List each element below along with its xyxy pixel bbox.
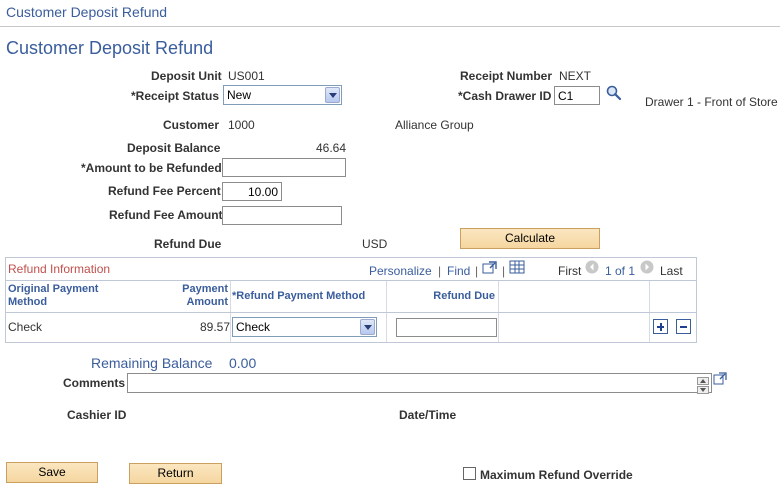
download-grid-icon[interactable] xyxy=(509,260,525,274)
row-refund-method-value: Check xyxy=(236,320,271,334)
col-original-method-header: Original Payment Method xyxy=(8,283,98,309)
view-all-icon[interactable] xyxy=(482,261,498,275)
deposit-unit-label: Deposit Unit xyxy=(151,69,222,83)
previous-arrow-icon[interactable] xyxy=(585,260,599,274)
cash-drawer-label: *Cash Drawer ID xyxy=(458,89,552,103)
next-arrow-icon[interactable] xyxy=(640,260,654,274)
grid-personalize-link[interactable]: Personalize xyxy=(369,264,432,278)
refund-fee-amount-label: Refund Fee Amount xyxy=(109,208,223,222)
row-orig-method: Check xyxy=(8,320,43,334)
row-payment-amount: 89.57 xyxy=(199,320,230,334)
receipt-number-label: Receipt Number xyxy=(460,69,553,83)
calculate-button[interactable]: Calculate xyxy=(460,228,600,249)
datetime-label: Date/Time xyxy=(399,408,457,422)
chevron-down-icon xyxy=(360,319,375,335)
page-title: Customer Deposit Refund xyxy=(6,38,214,58)
amount-refunded-input[interactable] xyxy=(222,158,346,177)
amount-refunded-label: *Amount to be Refunded xyxy=(81,161,222,175)
drawer-description: Drawer 1 - Front of Store xyxy=(645,95,778,109)
customer-name: Alliance Group xyxy=(395,118,474,132)
deposit-balance-label: Deposit Balance xyxy=(127,141,221,155)
col-payment-amount-line2: Amount xyxy=(186,296,228,308)
deposit-unit-value: US001 xyxy=(228,69,265,83)
row-refund-due-input[interactable] xyxy=(396,318,497,337)
scroll-down-icon[interactable] xyxy=(697,383,709,394)
scroll-up-icon[interactable] xyxy=(697,374,709,385)
cash-drawer-input[interactable] xyxy=(554,86,600,105)
grid-pagination: 1 of 1 xyxy=(605,264,636,278)
add-row-icon[interactable] xyxy=(653,319,668,334)
remaining-balance-value: 0.00 xyxy=(229,355,257,371)
receipt-number-value: NEXT xyxy=(559,69,592,83)
lookup-icon[interactable] xyxy=(605,84,623,102)
grid-header-bottom-line xyxy=(6,312,696,313)
return-button[interactable]: Return xyxy=(129,463,222,484)
col-refund-due-header: Refund Due xyxy=(433,290,495,302)
grid-separator: | xyxy=(438,264,442,278)
refund-fee-percent-input[interactable] xyxy=(222,182,282,201)
header-divider xyxy=(0,26,780,27)
max-refund-override-checkbox[interactable] xyxy=(463,467,476,480)
grid-header-top-line xyxy=(6,280,696,281)
grid-find-link[interactable]: Find xyxy=(447,264,470,278)
delete-row-icon[interactable] xyxy=(676,319,691,334)
refund-due-label: Refund Due xyxy=(154,237,222,251)
grid-last-label: Last xyxy=(660,264,683,278)
deposit-balance-value: 46.64 xyxy=(316,141,347,155)
max-refund-override-label: Maximum Refund Override xyxy=(480,468,633,482)
col-original-method-line1: Original Payment xyxy=(8,283,99,295)
grid-separator-3: | xyxy=(502,264,506,278)
refund-fee-amount-input[interactable] xyxy=(222,206,342,225)
receipt-status-select[interactable]: New xyxy=(223,85,342,105)
row-refund-method-select[interactable]: Check xyxy=(232,317,377,337)
receipt-status-label: *Receipt Status xyxy=(131,89,220,103)
receipt-status-value: New xyxy=(227,88,252,102)
window-title: Customer Deposit Refund xyxy=(6,4,168,20)
refund-grid-title: Refund Information xyxy=(8,262,111,276)
save-button[interactable]: Save xyxy=(6,462,98,483)
customer-id-value: 1000 xyxy=(228,118,255,132)
col-payment-amount-line1: Payment xyxy=(182,283,228,295)
grid-separator-2: | xyxy=(475,264,479,278)
chevron-down-icon xyxy=(325,87,340,103)
comments-label: Comments xyxy=(63,376,126,390)
col-original-method-line2: Method xyxy=(8,296,48,308)
remaining-balance-label: Remaining Balance xyxy=(91,355,213,371)
refund-fee-percent-label: Refund Fee Percent xyxy=(108,184,221,198)
col-refund-method-header: *Refund Payment Method xyxy=(232,290,366,302)
refund-due-currency: USD xyxy=(362,237,388,251)
grid-first-label: First xyxy=(558,264,582,278)
customer-label: Customer xyxy=(163,118,220,132)
cashier-id-label: Cashier ID xyxy=(67,408,127,422)
expand-textarea-icon[interactable] xyxy=(713,372,727,386)
col-payment-amount-header: Payment Amount xyxy=(160,283,228,309)
comments-textarea[interactable] xyxy=(127,373,712,393)
